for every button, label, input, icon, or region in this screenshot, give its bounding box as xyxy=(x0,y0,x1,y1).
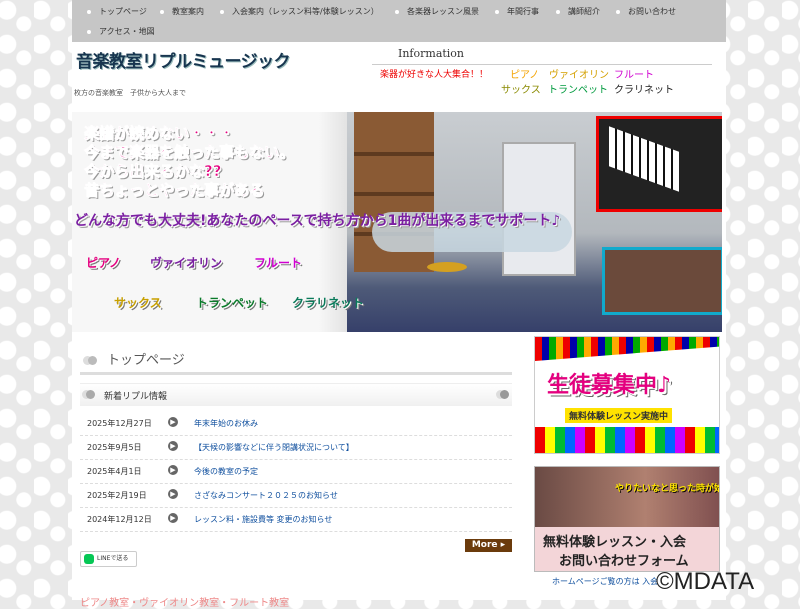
banner-line: 今から出来るかな?? xyxy=(84,162,222,181)
line-icon xyxy=(84,554,94,564)
nav-label: お問い合わせ xyxy=(628,7,676,16)
bullet-icon xyxy=(395,9,399,14)
info-heading: Information xyxy=(398,47,465,60)
bullet-icon xyxy=(616,9,620,14)
instrument-trumpet: トランペット xyxy=(548,85,608,96)
divider xyxy=(80,372,512,375)
news-date: 2025年4月1日 xyxy=(87,467,142,476)
news-item[interactable]: 2025年4月1日 ▶ 今後の教室の予定 xyxy=(80,459,512,484)
banner-subline: どんな方でも大丈夫!あなたのペースで持ち方から1曲が出来るまでサポート♪ xyxy=(74,213,561,229)
nav-label: 年間行事 xyxy=(507,7,539,16)
nav-item-school[interactable]: 教室案内 xyxy=(160,6,204,17)
info-text: 楽器が好きな人大集合！！ xyxy=(380,70,489,80)
page-title: トップページ xyxy=(88,349,185,368)
nav-item-access[interactable]: アクセス・地図 xyxy=(87,26,155,37)
trial-caption: やりたいなと思った時が始め時 xyxy=(615,484,719,494)
nav-item-teachers[interactable]: 講師紹介 xyxy=(556,6,600,17)
nav-label: 入会案内（レッスン料等/体験レッスン） xyxy=(232,7,379,16)
copyright-watermark: ©MDATA xyxy=(656,568,755,595)
nav-label: トップページ xyxy=(99,7,147,16)
page-title-text: トップページ xyxy=(107,353,185,368)
news-item[interactable]: 2025年9月5日 ▶ 【天候の影響などに伴う閉講状況について】 xyxy=(80,435,512,460)
nav-item-admission[interactable]: 入会案内（レッスン料等/体験レッスン） xyxy=(220,6,379,17)
instrument-clarinet: クラリネット xyxy=(614,85,674,96)
recruit-title: 生徒募集中♪ xyxy=(547,373,672,398)
lesson-photo xyxy=(535,467,719,527)
banner-line: 今まで楽器を触った事もない。 xyxy=(84,143,295,162)
heading-dot-icon xyxy=(86,390,95,399)
banner-line: 楽譜が読めない・・・ xyxy=(84,124,235,143)
site-tagline: 枚方の音楽教室 子供から大人まで xyxy=(74,89,186,97)
bullet-icon xyxy=(495,9,499,14)
nav-label: 各楽器レッスン風景 xyxy=(407,7,479,16)
news-date: 2025年12月27日 xyxy=(87,419,152,428)
news-heading: 新着リプル情報 xyxy=(104,392,168,402)
top-nav: トップページ 教室案内 入会案内（レッスン料等/体験レッスン） 各楽器レッスン風… xyxy=(72,0,726,42)
door-image xyxy=(502,142,576,276)
bullet-icon xyxy=(556,9,560,14)
trial-title: 無料体験レッスン・入会 xyxy=(543,535,687,550)
news-item[interactable]: 2025年12月27日 ▶ 年末年始のお休み xyxy=(80,411,512,436)
banner-instrument: トランペット xyxy=(196,296,269,310)
line-share-label: LINEで送る xyxy=(97,555,129,562)
heading-dot-icon xyxy=(500,390,509,399)
bullet-icon xyxy=(87,29,91,34)
nav-item-top[interactable]: トップページ xyxy=(87,6,147,17)
news-link[interactable]: 年末年始のお休み xyxy=(194,418,258,429)
banner-instrument: クラリネット xyxy=(292,296,365,310)
handbells-decoration xyxy=(535,427,719,453)
flags-decoration xyxy=(535,337,719,361)
arrow-right-icon: ▶ xyxy=(168,441,178,451)
instrument-sax: サックス xyxy=(501,85,541,96)
nav-item-contact[interactable]: お問い合わせ xyxy=(616,6,676,17)
nav-label: アクセス・地図 xyxy=(99,27,155,36)
bullet-icon xyxy=(220,9,224,14)
news-date: 2025年9月5日 xyxy=(87,443,142,452)
news-date: 2025年2月19日 xyxy=(87,491,147,500)
news-item[interactable]: 2024年12月12日 ▶ レッスン料・施設費等 変更のお知らせ xyxy=(80,507,512,532)
instrument-flute: フルート xyxy=(614,70,654,81)
trial-lesson-banner[interactable]: やりたいなと思った時が始め時 無料体験レッスン・入会 お問い合わせフォーム xyxy=(534,466,720,572)
line-share-button[interactable]: LINEで送る xyxy=(80,551,137,567)
page-container: トップページ 教室案内 入会案内（レッスン料等/体験レッスン） 各楽器レッスン風… xyxy=(72,0,726,609)
nav-label: 講師紹介 xyxy=(568,7,600,16)
arrow-right-icon: ▶ xyxy=(168,489,178,499)
footer-instruments: ピアノ教室・ヴァイオリン教室・フルート教室 xyxy=(80,598,290,609)
instrument-piano: ピアノ xyxy=(510,70,540,81)
trial-title: お問い合わせフォーム xyxy=(559,554,689,569)
hero-banner: 楽譜が読めない・・・ 今まで楽器を触った事もない。 今から出来るかな?? 昔ちょ… xyxy=(72,112,722,332)
arrow-right-icon: ▶ xyxy=(168,465,178,475)
banner-instrument: サックス xyxy=(114,296,162,310)
recruit-banner[interactable]: 生徒募集中♪ 無料体験レッスン実施中 xyxy=(534,336,720,454)
divider xyxy=(372,64,712,65)
banner-instrument: フルート xyxy=(254,256,303,270)
more-button[interactable]: More ▸ xyxy=(465,539,512,552)
arrow-right-icon: ▶ xyxy=(168,513,178,523)
hp-note: ホームページご覧の方は 入会 xyxy=(552,577,659,586)
piano-photo xyxy=(596,116,722,212)
news-date: 2024年12月12日 xyxy=(87,515,152,524)
instrument-violin: ヴァイオリン xyxy=(549,70,609,81)
news-link[interactable]: さざなみコンサート２０２５のお知らせ xyxy=(194,490,338,501)
news-link[interactable]: レッスン料・施設費等 変更のお知らせ xyxy=(194,514,332,525)
banner-instrument: ヴァイオリン xyxy=(150,256,223,270)
heading-dot-icon xyxy=(88,356,97,365)
banner-instrument: ピアノ xyxy=(86,256,121,270)
nav-item-events[interactable]: 年間行事 xyxy=(495,6,539,17)
news-link[interactable]: 今後の教室の予定 xyxy=(194,466,258,477)
arrow-right-icon: ▶ xyxy=(168,417,178,427)
bullet-icon xyxy=(160,9,164,14)
hands-photo xyxy=(602,247,722,315)
banner-line: 昔ちょっとやった事がある xyxy=(84,181,265,200)
news-item[interactable]: 2025年2月19日 ▶ さざなみコンサート２０２５のお知らせ xyxy=(80,483,512,508)
bullet-icon xyxy=(87,9,91,14)
nav-item-lessons[interactable]: 各楽器レッスン風景 xyxy=(395,6,479,17)
nav-label: 教室案内 xyxy=(172,7,204,16)
news-link[interactable]: 【天候の影響などに伴う閉講状況について】 xyxy=(194,442,354,453)
site-logo[interactable]: 音楽教室リプルミュージック xyxy=(76,47,291,72)
stool-image xyxy=(427,262,467,272)
recruit-subtitle: 無料体験レッスン実施中 xyxy=(565,408,673,423)
